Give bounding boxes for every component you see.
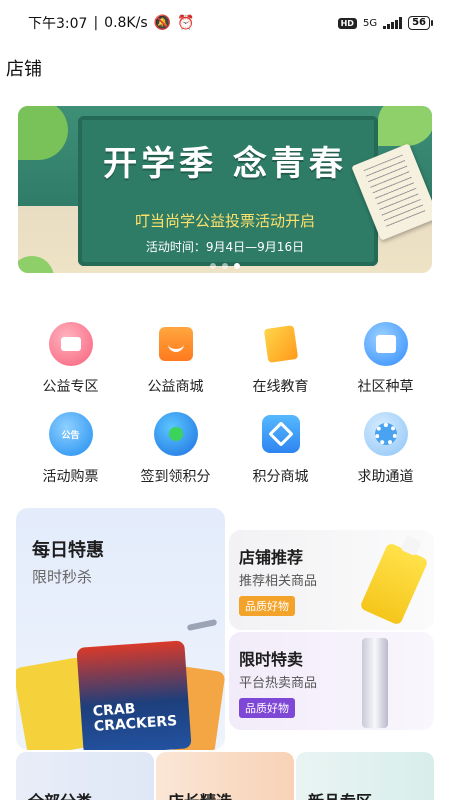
status-divider: | <box>93 15 99 31</box>
calendar-check-icon <box>363 322 408 366</box>
daily-deal-title: 每日特惠 <box>32 540 104 561</box>
crab-crackers-label: CRAB CRACKERS <box>92 700 178 735</box>
book-icon <box>259 322 303 366</box>
promo-banner[interactable]: 开学季 念青春 叮当尚学公益投票活动开启 活动时间：9月4日—9月16日 <box>18 106 432 273</box>
menu-item-checkin-points[interactable]: 签到领积分 <box>123 412 228 492</box>
menu-item-online-education[interactable]: 在线教育 <box>228 322 333 402</box>
limited-sale-title: 限时特卖 <box>239 650 304 669</box>
menu-label: 积分商城 <box>252 469 309 485</box>
daily-deal-subtitle: 限时秒杀 <box>32 568 93 586</box>
banner-title: 开学季 念青春 <box>103 144 347 184</box>
menu-label: 活动购票 <box>42 469 99 485</box>
banner-pagination[interactable] <box>18 263 432 269</box>
pagination-dot[interactable] <box>222 263 228 269</box>
limited-sale-card[interactable]: 限时特卖 平台热卖商品 品质好物 <box>229 632 434 730</box>
alarm-icon: ⏰ <box>177 15 195 31</box>
category-card-title: 新品专区 <box>308 788 372 800</box>
store-recommend-title: 店铺推荐 <box>239 548 304 567</box>
pagination-dot-active[interactable] <box>234 263 240 269</box>
layers-icon <box>259 412 303 456</box>
page-title: 店铺 <box>6 59 42 80</box>
status-time: 下午3:07 <box>28 16 88 32</box>
menu-item-charity-zone[interactable]: 公益专区 <box>18 322 123 402</box>
status-left: 下午3:07 | 0.8K/s 🔕 ⏰ <box>28 13 195 33</box>
chat-checkin-icon <box>153 412 198 456</box>
menu-label: 社区种草 <box>357 379 414 395</box>
lipstick-image <box>362 638 388 728</box>
category-card-new-arrivals[interactable]: 新品专区 <box>296 752 434 800</box>
airplane-decoration <box>186 618 218 632</box>
menu-item-help-channel[interactable]: 求助通道 <box>333 412 438 492</box>
status-right: HD 5G 56 <box>337 16 433 30</box>
menu-item-charity-mall[interactable]: 公益商城 <box>123 322 228 402</box>
menu-label: 在线教育 <box>252 379 309 395</box>
feature-menu: 公益专区 公益商城 在线教育 社区种草 公告 活动购票 签到领积分 积分商城 求… <box>18 322 438 492</box>
ticket-notice-icon: 公告 <box>48 412 93 456</box>
signal-icon <box>383 17 403 29</box>
network-type: 5G <box>362 17 378 29</box>
limited-sale-subtitle: 平台热卖商品 <box>239 676 318 691</box>
pagination-dot[interactable] <box>210 263 216 269</box>
menu-label: 签到领积分 <box>140 469 211 485</box>
skincare-bottle-image <box>359 542 429 626</box>
quality-badge: 品质好物 <box>239 596 295 616</box>
shopping-bag-icon <box>154 322 198 366</box>
crab-crackers-package-image: CRAB CRACKERS <box>76 640 192 750</box>
daily-deal-card[interactable]: 每日特惠 限时秒杀 CRAB CRACKERS <box>16 508 225 750</box>
store-recommend-subtitle: 推荐相关商品 <box>239 574 318 589</box>
hd-badge: HD <box>337 17 357 29</box>
mute-bell-icon: 🔕 <box>153 15 172 31</box>
status-net-speed: 0.8K/s <box>104 15 148 31</box>
menu-item-community[interactable]: 社区种草 <box>333 322 438 402</box>
category-card-all[interactable]: 全部分类 <box>16 752 154 800</box>
quality-badge: 品质好物 <box>239 698 295 718</box>
menu-label: 公益商城 <box>147 379 204 395</box>
status-bar: 下午3:07 | 0.8K/s 🔕 ⏰ HD 5G 56 <box>0 0 450 46</box>
gear-help-icon <box>363 412 408 456</box>
banner-subtitle: 叮当尚学公益投票活动开启 <box>134 212 315 230</box>
banner-date: 活动时间：9月4日—9月16日 <box>145 240 305 254</box>
menu-label: 公益专区 <box>42 379 99 395</box>
category-card-title: 店长精选 <box>168 788 232 800</box>
category-card-manager-picks[interactable]: 店长精选 <box>156 752 294 800</box>
menu-item-event-tickets[interactable]: 公告 活动购票 <box>18 412 123 492</box>
menu-label: 求助通道 <box>357 469 414 485</box>
menu-item-points-mall[interactable]: 积分商城 <box>228 412 333 492</box>
charity-heart-icon <box>48 322 93 366</box>
category-card-title: 全部分类 <box>28 788 92 800</box>
battery-icon: 56 <box>408 16 433 30</box>
store-recommend-card[interactable]: 店铺推荐 推荐相关商品 品质好物 <box>229 530 434 630</box>
